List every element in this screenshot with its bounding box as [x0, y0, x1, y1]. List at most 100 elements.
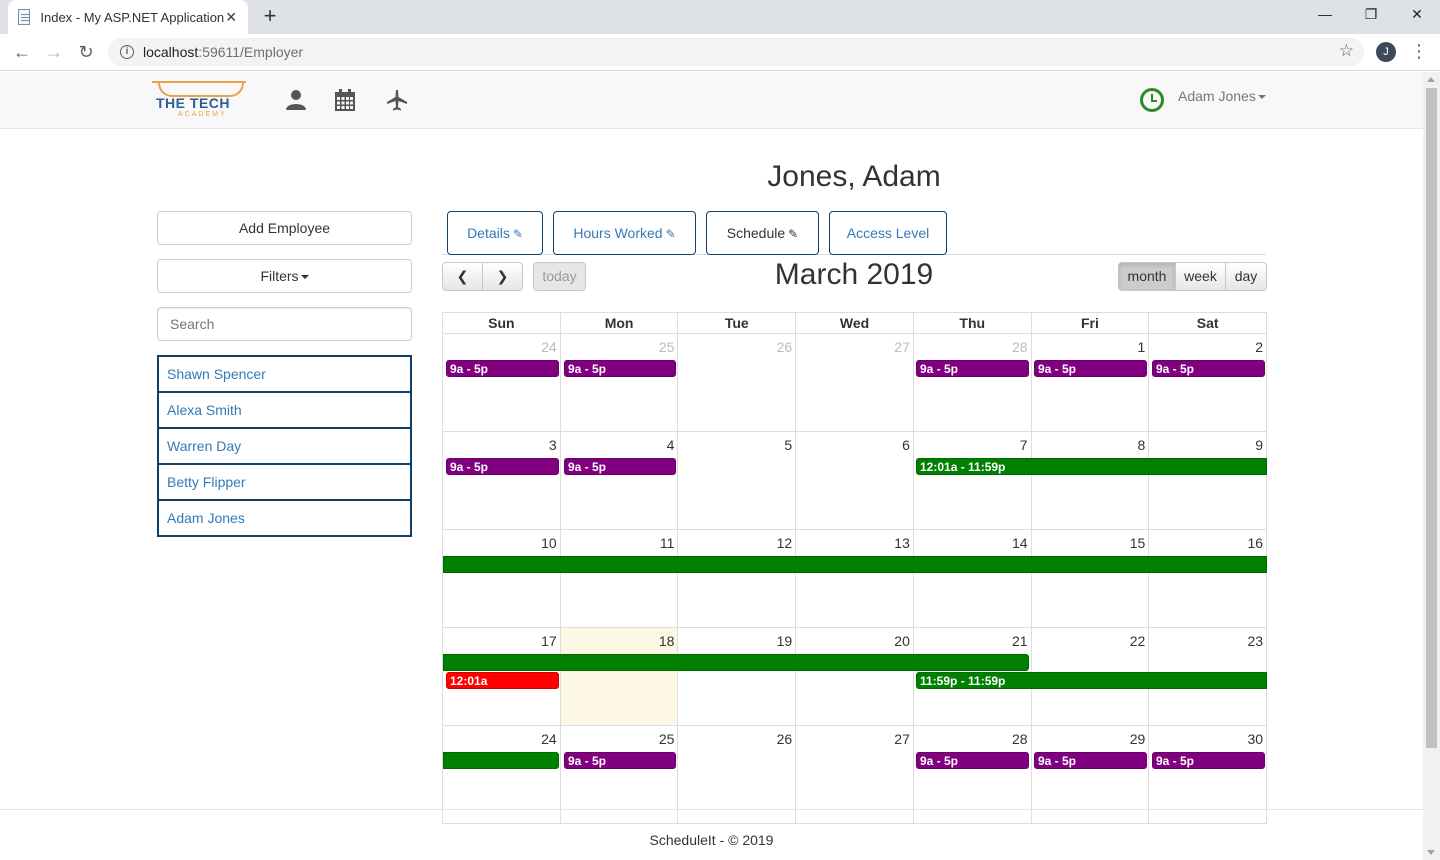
close-tab-icon[interactable]: ×	[224, 8, 238, 26]
month-calendar: Sun Mon Tue Wed Thu Fri Sat 24 25 26 27 …	[442, 312, 1268, 824]
shift-event[interactable]: 9a - 5p	[564, 752, 676, 769]
calendar-day[interactable]: 5	[678, 432, 797, 529]
alert-event[interactable]: 12:01a	[446, 672, 559, 689]
calendar-day[interactable]: 9	[1149, 432, 1268, 529]
shift-event[interactable]: 9a - 5p	[1152, 752, 1265, 769]
calendar-day[interactable]: 1	[1032, 334, 1150, 431]
new-tab-icon[interactable]: +	[258, 4, 282, 28]
browser-tab[interactable]: Index - My ASP.NET Application ×	[8, 0, 248, 34]
calendar-day-today[interactable]: 18	[560, 628, 679, 725]
calendar-day[interactable]: 14	[914, 530, 1032, 627]
shift-event[interactable]: 9a - 5p	[1034, 360, 1147, 377]
calendar-day[interactable]: 3	[443, 432, 561, 529]
reload-icon[interactable]: ↻	[72, 38, 100, 66]
browser-toolbar: ← → ↻ i localhost:59611/Employer ☆ J ⋮	[0, 34, 1440, 71]
shift-event[interactable]: 9a - 5p	[1152, 360, 1265, 377]
forward-icon[interactable]: →	[40, 38, 68, 66]
time-off-event[interactable]	[443, 556, 1267, 573]
calendar-day[interactable]: 20	[796, 628, 914, 725]
calendar-header-row: Sun Mon Tue Wed Thu Fri Sat	[442, 312, 1268, 334]
day-view-button[interactable]: day	[1225, 262, 1267, 291]
bookmark-star-icon[interactable]: ☆	[1339, 41, 1354, 61]
shift-event[interactable]: 9a - 5p	[446, 360, 559, 377]
site-info-icon[interactable]: i	[120, 45, 134, 59]
user-icon[interactable]	[285, 89, 307, 111]
calendar-day[interactable]: 27	[796, 334, 914, 431]
scrollbar-thumb[interactable]	[1426, 88, 1437, 748]
time-off-event[interactable]: 12:01a - 11:59p	[916, 458, 1267, 475]
calendar-day[interactable]: 13	[796, 530, 914, 627]
shift-event[interactable]: 9a - 5p	[446, 458, 559, 475]
calendar-week: 24 25 26 27 28 1 2 9a - 5p 9a - 5p 9a - …	[442, 334, 1268, 432]
shift-event[interactable]: 9a - 5p	[916, 360, 1029, 377]
tab-details[interactable]: Details ✎	[447, 211, 543, 255]
employee-list-item[interactable]: Adam Jones	[157, 499, 412, 537]
calendar-day[interactable]: 11	[561, 530, 679, 627]
day-number: 23	[1247, 633, 1264, 649]
shift-event[interactable]: 9a - 5p	[916, 752, 1029, 769]
calendar-day[interactable]: 16	[1149, 530, 1268, 627]
browser-menu-icon[interactable]: ⋮	[1410, 40, 1428, 64]
add-employee-button[interactable]: Add Employee	[157, 211, 412, 245]
user-menu-dropdown[interactable]: Adam Jones	[1178, 88, 1266, 104]
calendar-icon[interactable]	[335, 89, 355, 111]
time-off-event[interactable]	[443, 752, 559, 769]
day-number: 8	[1137, 437, 1146, 453]
day-number: 27	[894, 731, 910, 747]
search-input[interactable]	[157, 307, 412, 341]
day-number: 26	[776, 339, 793, 355]
tech-academy-logo[interactable]: THE TECH ACADEMY	[152, 81, 246, 121]
footer-divider	[0, 809, 1423, 810]
shift-event[interactable]: 9a - 5p	[564, 458, 676, 475]
back-icon[interactable]: ←	[8, 38, 36, 66]
employee-list-item[interactable]: Betty Flipper	[157, 463, 412, 501]
employee-list-item[interactable]: Warren Day	[157, 427, 412, 465]
day-number: 18	[658, 633, 675, 649]
month-view-button[interactable]: month	[1118, 262, 1176, 291]
page-scrollbar[interactable]	[1423, 72, 1440, 860]
day-number: 13	[894, 535, 910, 551]
calendar-day[interactable]: 12	[678, 530, 797, 627]
day-number: 24	[541, 339, 557, 355]
clock-icon[interactable]	[1140, 88, 1164, 112]
employee-list-item[interactable]: Shawn Spencer	[157, 355, 412, 393]
day-number: 12	[776, 535, 793, 551]
employee-list-item[interactable]: Alexa Smith	[157, 391, 412, 429]
minimize-icon[interactable]: —	[1302, 0, 1348, 30]
address-bar[interactable]: i localhost:59611/Employer ☆	[108, 38, 1364, 66]
calendar-day[interactable]: 4	[561, 432, 679, 529]
calendar-day[interactable]: 2	[1149, 334, 1268, 431]
restore-icon[interactable]: ❐	[1348, 0, 1394, 30]
calendar-day[interactable]: 28	[914, 334, 1032, 431]
calendar-day[interactable]: 26	[678, 334, 797, 431]
calendar-day[interactable]: 25	[561, 334, 679, 431]
footer-text: ScheduleIt - © 2019	[649, 832, 774, 848]
calendar-day[interactable]: 19	[678, 628, 797, 725]
day-number: 16	[1247, 535, 1264, 551]
profile-avatar-icon[interactable]: J	[1376, 42, 1396, 62]
window-close-icon[interactable]: ✕	[1394, 0, 1440, 30]
day-number: 21	[1012, 633, 1028, 649]
browser-tabstrip: Index - My ASP.NET Application × + — ❐ ✕	[0, 0, 1440, 34]
calendar-day[interactable]: 10	[443, 530, 561, 627]
tab-access-level[interactable]: Access Level	[829, 211, 947, 255]
calendar-day[interactable]: 15	[1032, 530, 1150, 627]
time-off-event[interactable]	[443, 654, 1029, 671]
day-number: 9	[1255, 437, 1264, 453]
scroll-down-icon[interactable]	[1427, 850, 1435, 855]
time-off-event[interactable]: 11:59p - 11:59p	[916, 672, 1267, 689]
calendar-day[interactable]: 7	[914, 432, 1032, 529]
plane-icon[interactable]	[386, 89, 408, 111]
filters-dropdown-button[interactable]: Filters	[157, 259, 412, 293]
week-view-button[interactable]: week	[1175, 262, 1226, 291]
tab-schedule[interactable]: Schedule ✎	[706, 211, 819, 255]
scroll-up-icon[interactable]	[1427, 77, 1435, 82]
shift-event[interactable]: 9a - 5p	[564, 360, 676, 377]
calendar-day[interactable]: 24	[443, 334, 561, 431]
tab-hours-worked[interactable]: Hours Worked ✎	[553, 211, 696, 255]
day-number: 5	[784, 437, 793, 453]
calendar-day[interactable]: 6	[796, 432, 914, 529]
caret-down-icon	[1257, 95, 1266, 100]
shift-event[interactable]: 9a - 5p	[1034, 752, 1147, 769]
calendar-day[interactable]: 8	[1032, 432, 1150, 529]
